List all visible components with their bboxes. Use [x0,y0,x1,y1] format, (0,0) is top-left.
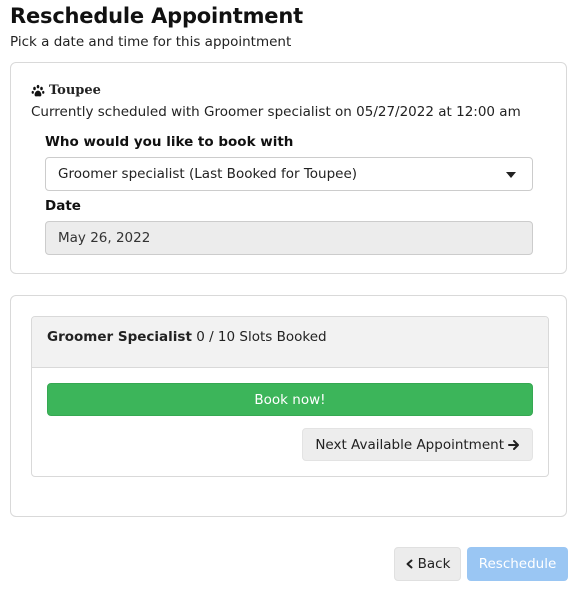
provider-name: Groomer Specialist [47,329,192,345]
pet-name: Toupee [49,83,101,98]
provider-slots-panel: Groomer Specialist 0 / 10 Slots Booked B… [31,316,549,477]
paw-icon [31,84,45,96]
provider-slots-header: Groomer Specialist 0 / 10 Slots Booked [32,317,548,368]
appointment-card: Toupee Currently scheduled with Groomer … [10,62,567,274]
page-subtitle: Pick a date and time for this appointmen… [10,34,292,50]
page-title: Reschedule Appointment [10,4,303,28]
back-label: Back [417,556,451,572]
pet-name-line: Toupee [31,83,101,98]
book-with-label: Who would you like to book with [45,134,294,150]
book-with-value: Groomer specialist (Last Booked for Toup… [58,166,358,182]
back-button[interactable]: Back [394,547,461,581]
next-available-label: Next Available Appointment [315,436,504,453]
chevron-down-icon [506,172,516,178]
slots-card: Groomer Specialist 0 / 10 Slots Booked B… [10,295,567,517]
book-now-button[interactable]: Book now! [47,383,533,416]
current-schedule-text: Currently scheduled with Groomer special… [31,104,521,120]
date-field[interactable]: May 26, 2022 [45,221,533,255]
date-label: Date [45,198,81,214]
slots-booked-count: 0 / 10 Slots Booked [196,329,327,345]
book-with-select[interactable]: Groomer specialist (Last Booked for Toup… [45,157,533,191]
arrow-right-icon [508,439,519,450]
chevron-left-icon [406,559,413,569]
reschedule-button[interactable]: Reschedule [467,547,568,581]
next-available-button[interactable]: Next Available Appointment [302,428,533,461]
